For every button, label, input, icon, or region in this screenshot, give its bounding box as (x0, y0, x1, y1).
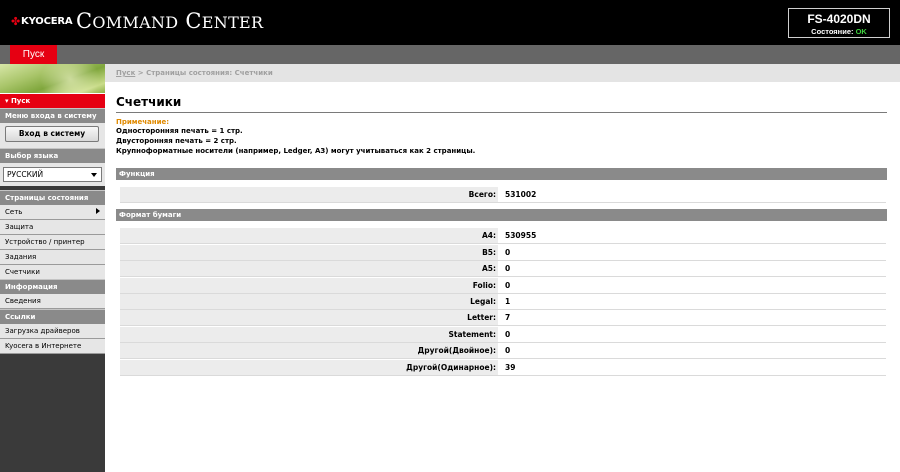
sidebar-header-info: Информация (0, 279, 105, 294)
section-header-function: Функция (116, 168, 887, 180)
title-divider (116, 112, 887, 113)
row-value: 0 (505, 281, 511, 290)
device-status-label: Состояние: (811, 27, 854, 36)
section-header-paper-format: Формат бумаги (116, 209, 887, 221)
leaf-banner-image (0, 64, 105, 93)
sidebar-item-details[interactable]: Сведения (0, 294, 105, 309)
app-title-c1: C (76, 9, 93, 33)
breadcrumb-current: Страницы состояния: Счетчики (146, 69, 273, 77)
kyocera-logo-text: KYOCERA (21, 16, 73, 27)
sidebar-item-jobs[interactable]: Задания (0, 250, 105, 265)
table-row: Всего: 531002 (120, 187, 886, 203)
tab-strip (0, 45, 900, 64)
sidebar-header-login-menu: Меню входа в систему (0, 108, 105, 123)
row-value: 531002 (505, 190, 537, 199)
row-value: 39 (505, 363, 516, 372)
table-row: Другой(Двойное): 0 (120, 343, 886, 359)
device-model: FS-4020DN (807, 12, 871, 26)
sidebar-header-links: Ссылки (0, 309, 105, 324)
app-title-c2: C (178, 9, 202, 33)
device-status: Состояние: OK (789, 27, 889, 36)
note-label: Примечание: (116, 118, 170, 126)
device-status-value: OK (855, 27, 867, 36)
chevron-right-icon (96, 208, 100, 214)
table-row: Letter: 7 (120, 310, 886, 326)
breadcrumb-separator: > (135, 69, 147, 77)
row-value: 1 (505, 297, 511, 306)
row-label: Statement: (120, 327, 498, 342)
sidebar-item-label: Сеть (5, 208, 23, 216)
sidebar-header-status-pages: Страницы состояния (0, 190, 105, 205)
app-title-enter: ENTER (201, 13, 264, 32)
table-row: A4: 530955 (120, 228, 886, 244)
row-value: 0 (505, 330, 511, 339)
row-label: Legal: (120, 294, 498, 309)
row-label: B5: (120, 245, 498, 260)
row-value: 0 (505, 248, 511, 257)
login-button[interactable]: Вход в систему (5, 126, 99, 142)
note-line-3: Крупноформатные носители (например, Ledg… (116, 147, 476, 155)
sidebar-item-download-drivers[interactable]: Загрузка драйверов (0, 324, 105, 339)
table-row: Другой(Одинарное): 39 (120, 360, 886, 376)
sidebar-item-start[interactable]: ▾ Пуск (0, 93, 105, 108)
app-title: COMMAND CENTER (76, 9, 263, 33)
table-row: Legal: 1 (120, 294, 886, 310)
sidebar-item-device-printer[interactable]: Устройство / принтер (0, 235, 105, 250)
sidebar-item-security[interactable]: Защита (0, 220, 105, 235)
row-value: 0 (505, 346, 511, 355)
sidebar-item-counters[interactable]: Счетчики (0, 265, 105, 280)
sidebar-item-network[interactable]: Сеть (0, 205, 105, 220)
table-row: Folio: 0 (120, 278, 886, 294)
top-header: ✤ KYOCERA COMMAND CENTER FS-4020DN Состо… (0, 0, 900, 45)
chevron-down-icon (91, 173, 97, 177)
row-label: Всего: (120, 187, 498, 202)
language-select-value: РУССКИЙ (7, 170, 44, 179)
row-label: Folio: (120, 278, 498, 293)
breadcrumb-home-link[interactable]: Пуск (116, 69, 135, 77)
row-label: Другой(Одинарное): (120, 360, 498, 375)
sidebar-item-kyocera-online[interactable]: Kyocera в Интернете (0, 339, 105, 354)
row-value: 530955 (505, 231, 537, 240)
table-row: B5: 0 (120, 245, 886, 261)
breadcrumb: Пуск > Страницы состояния: Счетчики (116, 69, 273, 77)
sidebar: ▾ Пуск Меню входа в систему Вход в систе… (0, 64, 105, 472)
kyocera-logo-icon: ✤ (11, 15, 21, 28)
row-label: A4: (120, 228, 498, 243)
tab-start[interactable]: Пуск (10, 45, 57, 64)
row-label: A5: (120, 261, 498, 276)
note-line-1: Односторонняя печать = 1 стр. (116, 127, 243, 135)
row-value: 0 (505, 264, 511, 273)
note-line-2: Двусторонняя печать = 2 стр. (116, 137, 237, 145)
device-status-box: FS-4020DN Состояние: OK (788, 8, 890, 38)
app-title-ommand: OMMAND (92, 13, 179, 32)
page-title: Счетчики (116, 95, 182, 109)
table-row: Statement: 0 (120, 327, 886, 343)
language-select[interactable]: РУССКИЙ (3, 167, 102, 182)
kyocera-logo: ✤ KYOCERA (11, 15, 73, 28)
row-label: Другой(Двойное): (120, 343, 498, 358)
row-label: Letter: (120, 310, 498, 325)
table-row: A5: 0 (120, 261, 886, 277)
row-value: 7 (505, 313, 511, 322)
sidebar-header-language: Выбор языка (0, 148, 105, 163)
